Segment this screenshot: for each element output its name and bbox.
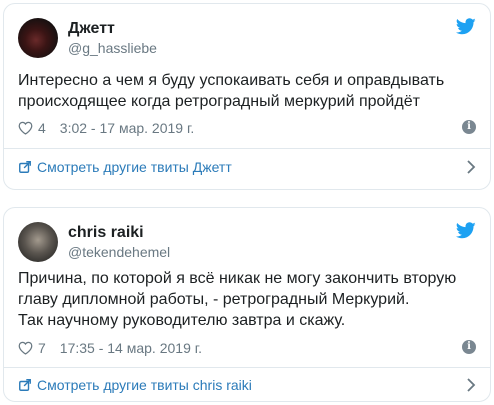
- heart-icon[interactable]: [18, 121, 33, 135]
- heart-icon[interactable]: [18, 341, 33, 355]
- more-tweets-link[interactable]: Смотреть другие твиты Джетт: [18, 157, 476, 177]
- like-count[interactable]: 7: [38, 340, 46, 356]
- divider: [4, 148, 490, 149]
- more-tweets-link[interactable]: Смотреть другие твиты chris raiki: [18, 375, 476, 395]
- tweet-author[interactable]: Джетт @g_hassliebe: [18, 16, 157, 60]
- author-names: chris raiki @tekendehemel: [68, 223, 170, 261]
- more-tweets-label[interactable]: Смотреть другие твиты Джетт: [37, 159, 232, 175]
- avatar[interactable]: [18, 222, 58, 262]
- external-link-icon: [19, 379, 31, 391]
- avatar[interactable]: [18, 18, 58, 58]
- tweet-meta: 7 17:35 - 14 мар. 2019 г. i: [18, 339, 476, 357]
- tweet-meta: 4 3:02 - 17 мар. 2019 г. i: [18, 119, 476, 137]
- info-icon[interactable]: i: [462, 340, 476, 354]
- chevron-right-icon[interactable]: [466, 377, 476, 393]
- more-tweets-label[interactable]: Смотреть другие твиты chris raiki: [37, 377, 252, 393]
- divider: [4, 367, 490, 368]
- author-handle[interactable]: @tekendehemel: [68, 243, 170, 261]
- tweet-card[interactable]: chris raiki @tekendehemel Причина, по ко…: [3, 207, 491, 402]
- author-display-name[interactable]: Джетт: [68, 19, 157, 39]
- tweet-author[interactable]: chris raiki @tekendehemel: [18, 220, 170, 264]
- info-icon[interactable]: i: [462, 120, 476, 134]
- chevron-right-icon[interactable]: [466, 159, 476, 175]
- tweet-timestamp[interactable]: 3:02 - 17 мар. 2019 г.: [60, 120, 194, 136]
- author-names: Джетт @g_hassliebe: [68, 19, 157, 57]
- twitter-bird-icon[interactable]: [456, 222, 476, 239]
- tweet-text: Причина, по которой я всё никак не могу …: [18, 270, 457, 329]
- twitter-bird-icon[interactable]: [456, 18, 476, 35]
- tweet-text: Интересно а чем я буду успокаивать себя …: [18, 72, 445, 110]
- tweet-timestamp[interactable]: 17:35 - 14 мар. 2019 г.: [60, 340, 202, 356]
- author-display-name[interactable]: chris raiki: [68, 223, 170, 243]
- tweet-card[interactable]: Джетт @g_hassliebe Интересно а чем я буд…: [3, 3, 491, 190]
- author-handle[interactable]: @g_hassliebe: [68, 39, 157, 57]
- external-link-icon: [19, 161, 31, 173]
- like-count[interactable]: 4: [38, 120, 46, 136]
